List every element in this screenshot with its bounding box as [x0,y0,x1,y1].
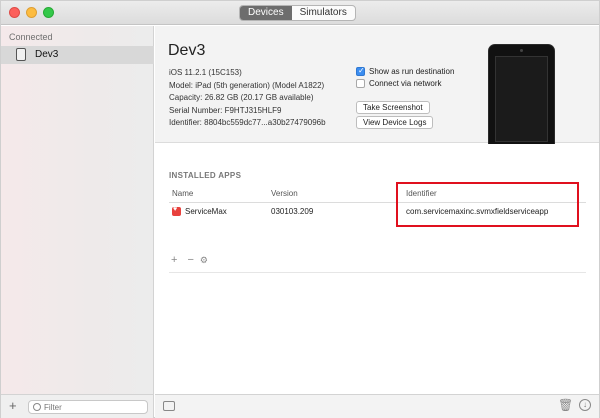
sidebar-heading: Connected [9,32,53,42]
gear-icon[interactable]: ⚙ [200,255,208,266]
device-model: Model: iPad (5th generation) (Model A182… [169,80,325,90]
download-icon[interactable]: ↓ [579,399,591,411]
column-header-name[interactable]: Name [172,189,193,198]
camera-dot [520,49,523,52]
filter-icon [33,403,41,411]
installed-apps-title: INSTALLED APPS [169,171,242,180]
panel-toggle-icon[interactable] [163,401,175,411]
device-summary-panel: Dev3 iOS 11.2.1 (15C153) Model: iPad (5t… [155,26,599,154]
ipad-icon [16,48,26,61]
filter-input[interactable] [44,401,144,413]
remove-app-button[interactable]: − [187,254,193,266]
app-version: 030103.209 [271,207,314,216]
sidebar-item-dev3[interactable]: Dev3 [1,46,154,64]
minimize-window-button[interactable] [26,7,37,18]
connect-via-network-label: Connect via network [369,79,442,88]
sidebar-item-label: Dev3 [35,49,59,60]
device-serial-number: Serial Number: F9HTJ315HLF9 [169,105,282,115]
tab-simulators[interactable]: Simulators [292,6,355,20]
main-footer: 🗑 ↓ [155,394,599,418]
filter-field[interactable] [28,400,148,414]
device-capacity: Capacity: 26.82 GB (20.17 GB available) [169,93,314,102]
install-app-button[interactable]: + [171,254,177,266]
take-screenshot-button[interactable]: Take Screenshot [356,101,430,114]
trash-icon[interactable]: 🗑 [558,398,573,412]
app-name: ServiceMax [185,207,227,216]
devices-window: Devices Simulators Connected Dev3 + Dev3… [0,0,600,418]
identifier-highlight-box [396,182,579,227]
divider [169,272,586,273]
devices-simulators-switcher: Devices Simulators [239,5,356,21]
close-window-button[interactable] [9,7,20,18]
show-run-destination-checkbox[interactable] [356,66,365,76]
ipad-device-image [488,44,555,154]
device-info: iOS 11.2.1 (15C153) Model: iPad (5th gen… [169,67,326,130]
connect-via-network-checkbox[interactable] [356,79,365,88]
ipad-screen [495,56,548,142]
table-tools: + − ⚙ [171,254,218,266]
sidebar-footer: + [1,394,154,418]
title-bar: Devices Simulators [1,1,599,25]
device-name: Dev3 [168,42,206,59]
show-run-destination-label: Show as run destination [369,67,455,76]
connect-via-network-option[interactable]: Connect via network [356,79,441,88]
servicemax-app-icon [172,206,181,216]
add-device-button[interactable]: + [9,399,17,413]
device-os-version: iOS 11.2.1 (15C153) [169,68,242,77]
device-sidebar: Connected Dev3 [1,26,154,394]
view-device-logs-button[interactable]: View Device Logs [356,116,434,129]
show-run-destination-option[interactable]: Show as run destination [356,66,455,76]
column-header-version[interactable]: Version [271,189,298,198]
maximize-window-button[interactable] [43,7,54,18]
tab-devices[interactable]: Devices [240,6,292,20]
device-identifier: Identifier: 8804bc559dc77...a30b27479096… [169,118,326,127]
